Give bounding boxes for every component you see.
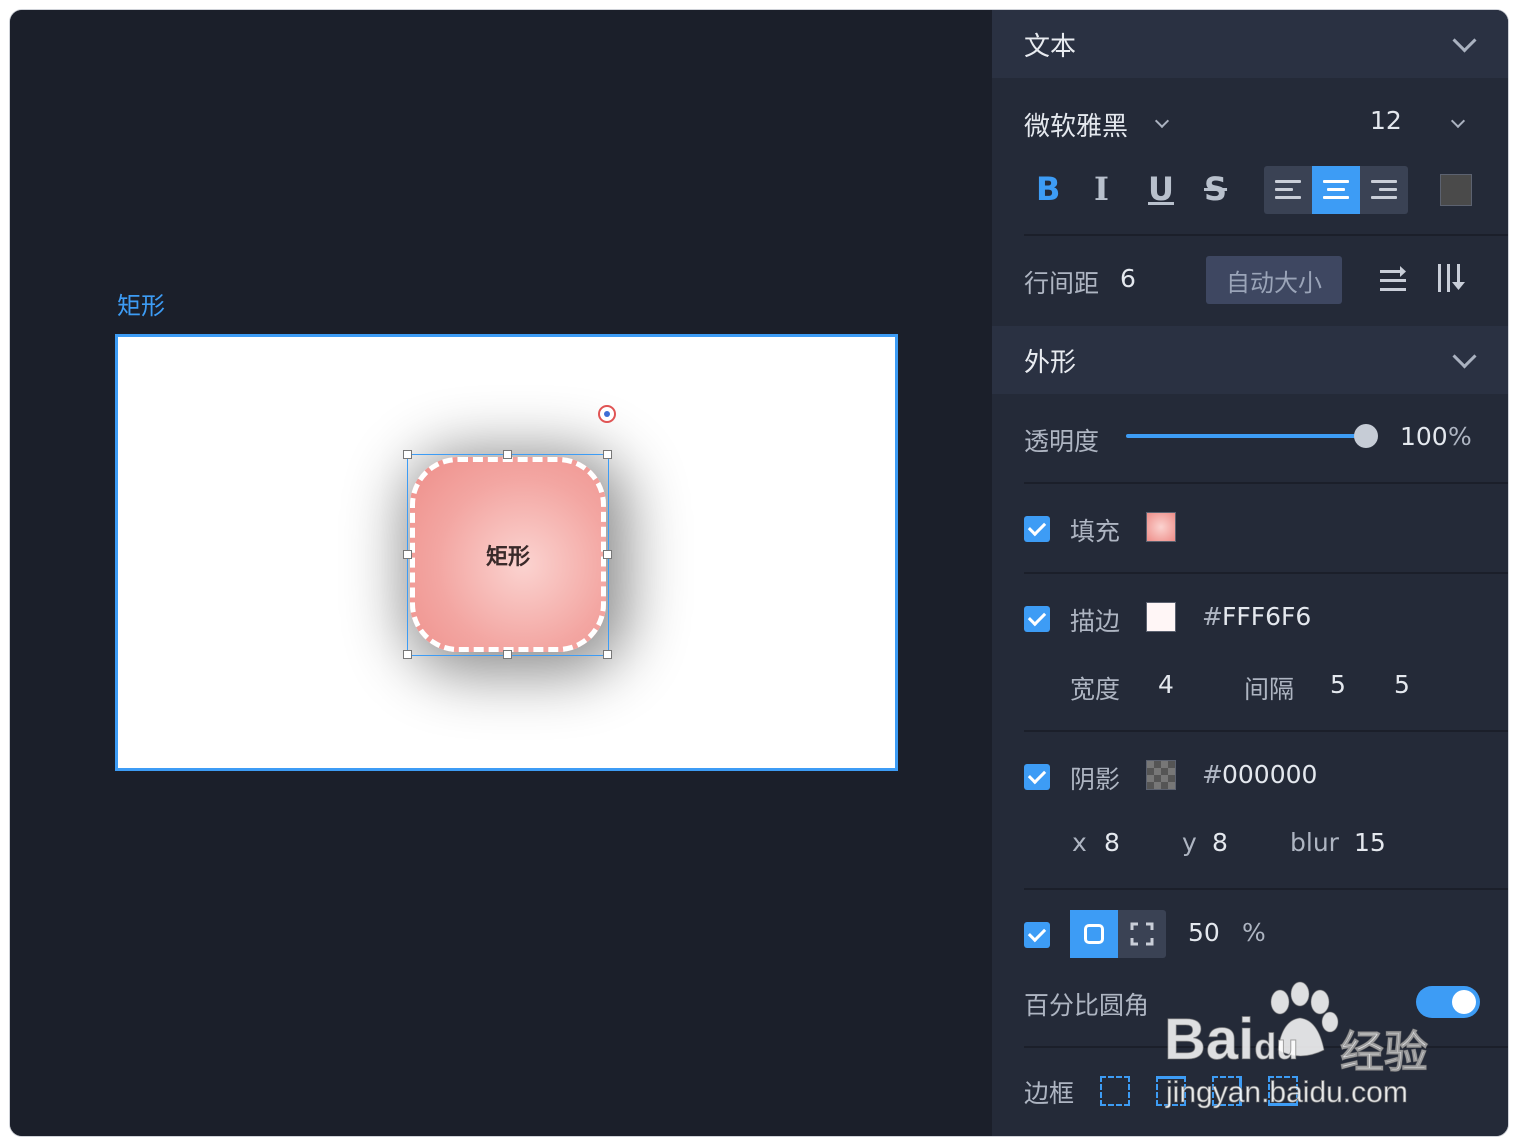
fill-checkbox[interactable]: [1024, 516, 1050, 542]
resize-handle-left[interactable]: [403, 550, 412, 559]
shadow-blur-label: blur: [1290, 828, 1339, 857]
fill-color-swatch[interactable]: [1146, 512, 1176, 542]
design-canvas[interactable]: 矩形 矩形: [10, 10, 992, 1136]
stroke-checkbox[interactable]: [1024, 606, 1050, 632]
align-left-button[interactable]: [1264, 166, 1312, 214]
align-right-button[interactable]: [1360, 166, 1408, 214]
font-family-select[interactable]: 微软雅黑: [1024, 106, 1128, 143]
opacity-label: 透明度: [1024, 427, 1100, 456]
watermark-brand-bai: Bai: [1163, 1007, 1255, 1073]
fill-label: 填充: [1070, 517, 1121, 546]
resize-handle-right[interactable]: [603, 550, 612, 559]
app-window: 矩形 矩形 文本 微软雅黑 12 B I U S 行间距 6 自动大小 外形 透…: [10, 10, 1508, 1136]
stroke-gap-label: 间隔: [1244, 675, 1295, 704]
divider: [1024, 482, 1508, 484]
selection-box[interactable]: [407, 454, 609, 656]
shadow-hash: #: [1202, 760, 1223, 789]
stroke-width-input[interactable]: 4: [1158, 670, 1174, 699]
resize-handle-bottom-left[interactable]: [403, 650, 412, 659]
divider: [1024, 234, 1508, 236]
stroke-width-label: 宽度: [1070, 675, 1121, 704]
corners-icon: [1130, 922, 1154, 946]
align-center-button[interactable]: [1312, 166, 1360, 214]
shadow-y-input[interactable]: 8: [1212, 828, 1228, 857]
shadow-label: 阴影: [1070, 765, 1121, 794]
rounded-square-icon: [1084, 924, 1104, 944]
stroke-dash-input[interactable]: 5: [1330, 670, 1346, 699]
text-section-title: 文本: [1024, 32, 1077, 62]
independent-corner-button[interactable]: [1118, 910, 1166, 958]
baidu-watermark: Baidu 经验 jingyan.baidu.com: [1150, 980, 1470, 1110]
stroke-color-swatch[interactable]: [1146, 602, 1176, 632]
watermark-brand: Baidu: [1163, 1006, 1299, 1073]
watermark-url: jingyan.baidu.com: [1166, 1076, 1409, 1110]
shadow-blur-input[interactable]: 15: [1354, 828, 1386, 857]
rotate-handle-icon[interactable]: [598, 405, 616, 423]
divider: [1024, 888, 1508, 890]
shadow-y-label: y: [1182, 828, 1197, 857]
resize-handle-top[interactable]: [503, 450, 512, 459]
watermark-brand-du: du: [1254, 1026, 1299, 1068]
corner-radius-unit: %: [1242, 918, 1266, 947]
underline-button[interactable]: U: [1148, 170, 1174, 208]
text-direction-icon[interactable]: [1378, 264, 1408, 294]
frame-label[interactable]: 矩形: [117, 286, 165, 321]
align-center-icon: [1323, 180, 1349, 200]
opacity-slider-knob[interactable]: [1354, 424, 1378, 448]
stroke-hash: #: [1202, 602, 1223, 631]
corner-radius-checkbox[interactable]: [1024, 922, 1050, 948]
italic-button[interactable]: I: [1094, 170, 1109, 208]
strikethrough-button[interactable]: S: [1204, 170, 1227, 208]
corner-radius-input[interactable]: 50: [1188, 918, 1220, 947]
chevron-down-icon[interactable]: [1450, 113, 1466, 129]
resize-handle-bottom-right[interactable]: [603, 650, 612, 659]
vertical-text-icon[interactable]: [1436, 262, 1468, 294]
align-right-icon: [1371, 180, 1397, 200]
shadow-x-label: x: [1072, 828, 1087, 857]
shape-section-title: 外形: [1024, 348, 1077, 378]
resize-handle-top-left[interactable]: [403, 450, 412, 459]
chevron-down-icon[interactable]: [1452, 344, 1477, 369]
auto-size-button[interactable]: 自动大小: [1206, 256, 1342, 304]
bold-button[interactable]: B: [1036, 170, 1060, 208]
corner-mode-group: [1070, 910, 1166, 958]
opacity-value[interactable]: 100: [1400, 422, 1448, 451]
line-spacing-input[interactable]: 6: [1120, 264, 1136, 293]
resize-handle-top-right[interactable]: [603, 450, 612, 459]
chevron-down-icon[interactable]: [1452, 28, 1477, 53]
artboard[interactable]: 矩形: [115, 334, 898, 771]
shadow-x-input[interactable]: 8: [1104, 828, 1120, 857]
opacity-unit: %: [1448, 422, 1472, 451]
border-label: 边框: [1024, 1079, 1075, 1108]
stroke-color-input[interactable]: FFF6F6: [1222, 602, 1311, 631]
border-all-icon[interactable]: [1100, 1076, 1130, 1106]
align-left-icon: [1275, 180, 1301, 200]
resize-handle-bottom[interactable]: [503, 650, 512, 659]
properties-panel: 文本 微软雅黑 12 B I U S 行间距 6 自动大小 外形 透明度 100…: [992, 10, 1508, 1136]
divider: [1024, 730, 1508, 732]
text-align-group: [1264, 166, 1408, 214]
divider: [1024, 572, 1508, 574]
uniform-corner-button[interactable]: [1070, 910, 1118, 958]
shadow-color-input[interactable]: 000000: [1222, 760, 1317, 789]
font-size-select[interactable]: 12: [1370, 106, 1402, 135]
chevron-down-icon[interactable]: [1154, 113, 1170, 129]
watermark-brand-cn: 经验: [1340, 1027, 1429, 1079]
shape-section-header[interactable]: 外形: [992, 326, 1508, 394]
stroke-gap-input[interactable]: 5: [1394, 670, 1410, 699]
shadow-checkbox[interactable]: [1024, 764, 1050, 790]
shadow-color-swatch[interactable]: [1146, 760, 1176, 790]
opacity-slider-track[interactable]: [1126, 434, 1366, 438]
percent-radius-label: 百分比圆角: [1024, 991, 1150, 1020]
line-spacing-label: 行间距: [1024, 269, 1100, 298]
text-section-header[interactable]: 文本: [992, 10, 1508, 78]
stroke-label: 描边: [1070, 607, 1121, 636]
text-color-swatch[interactable]: [1440, 174, 1472, 206]
